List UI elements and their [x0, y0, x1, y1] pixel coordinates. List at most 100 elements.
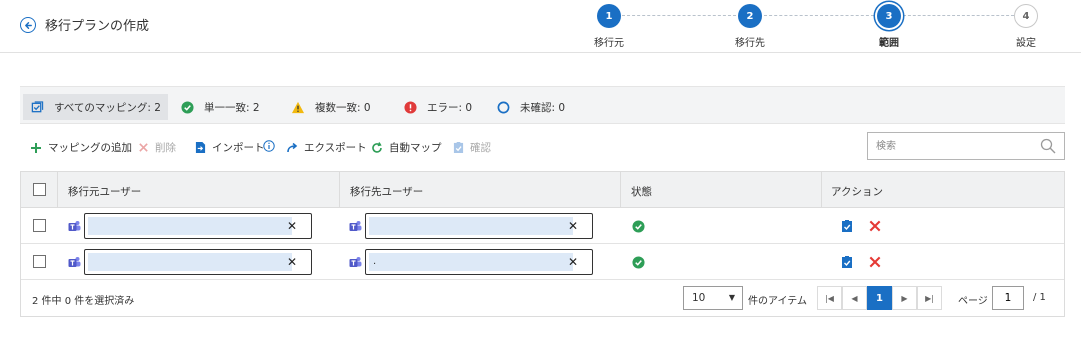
step-number: 2: [738, 4, 762, 28]
add-mapping-button[interactable]: マッピングの追加: [29, 140, 132, 155]
step-number: 4: [1014, 4, 1038, 28]
page-label: ページ: [958, 296, 988, 307]
step-target[interactable]: 2 移行先: [720, 4, 780, 49]
filter-error[interactable]: エラー: 0: [396, 94, 479, 120]
step-number: 3: [877, 4, 901, 28]
step-number: 1: [597, 4, 621, 28]
column-header-target-user[interactable]: 移行先ユーザー: [350, 184, 423, 199]
plus-icon: [29, 141, 43, 155]
dropdown-caret-icon: ▼: [728, 293, 735, 302]
teams-user-icon: [349, 221, 362, 231]
mapping-table: 移行元ユーザー 移行先ユーザー 状態 アクション ✕ ✕ ✕ . ✕ 2 件中 …: [20, 171, 1065, 317]
status-ok-icon: [632, 220, 645, 233]
warning-icon: [291, 100, 305, 114]
check-circle-icon: [180, 100, 194, 114]
stepper: 1 移行元 2 移行先 3 範囲 4 設定: [0, 0, 1081, 53]
filter-label: エラー: 0: [427, 101, 473, 114]
filter-label: 未確認: 0: [520, 101, 566, 114]
filter-label: 複数一致: 0: [315, 101, 371, 114]
step-label: 移行元: [594, 38, 624, 49]
selection-count: 2 件中 0 件を選択済み: [32, 296, 135, 307]
import-info-icon[interactable]: [263, 140, 275, 152]
x-icon: [136, 141, 150, 155]
page-size-value: 10: [692, 292, 706, 304]
filter-label: すべてのマッピング: 2: [54, 101, 161, 114]
auto-map-button[interactable]: 自動マップ: [370, 140, 442, 155]
export-button[interactable]: エクスポート: [285, 140, 367, 155]
export-arrow-icon: [285, 141, 299, 155]
row-checkbox[interactable]: [33, 255, 46, 268]
column-header-status[interactable]: 状態: [631, 184, 652, 199]
auto-map-label: 自動マップ: [389, 142, 442, 154]
column-divider: [620, 172, 621, 208]
page-size-label: 件のアイテム: [748, 296, 807, 307]
header: 移行プランの作成 1 移行元 2 移行先 3 範囲 4 設定: [0, 0, 1081, 53]
delete-row-icon[interactable]: [868, 255, 882, 269]
step-connector: [622, 15, 736, 16]
row-checkbox[interactable]: [33, 219, 46, 232]
import-label: インポート: [212, 142, 265, 154]
table-footer: 2 件中 0 件を選択済み 10 ▼ 件のアイテム |◀ ◀ 1 ▶ ▶| ペー…: [21, 280, 1064, 316]
import-file-icon: [193, 141, 207, 155]
table-header: 移行元ユーザー 移行先ユーザー 状態 アクション: [21, 172, 1064, 208]
error-icon: [403, 100, 417, 114]
last-page-icon[interactable]: ▶|: [917, 286, 942, 310]
column-header-source-user[interactable]: 移行元ユーザー: [68, 184, 141, 199]
current-page-button[interactable]: 1: [867, 286, 892, 310]
column-divider: [57, 172, 58, 208]
column-divider: [339, 172, 340, 208]
clipboard-check-icon: [451, 141, 465, 155]
filter-single-match[interactable]: 単一一致: 2: [173, 94, 267, 120]
clear-source-user-icon[interactable]: ✕: [287, 254, 297, 270]
filter-bar: すべてのマッピング: 2 単一一致: 2 複数一致: 0 エラー: 0 未確認:…: [20, 86, 1065, 124]
source-user-value: [88, 217, 292, 235]
next-page-icon[interactable]: ▶: [892, 286, 917, 310]
teams-user-icon: [68, 257, 81, 267]
step-source[interactable]: 1 移行元: [579, 4, 639, 49]
search-icon[interactable]: [1040, 138, 1056, 154]
step-label: 範囲: [879, 38, 899, 49]
target-user-value: [369, 217, 573, 235]
search-input[interactable]: [868, 133, 1028, 159]
export-label: エクスポート: [304, 142, 367, 154]
page-number-input[interactable]: [992, 286, 1024, 310]
table-row[interactable]: ✕ ✕: [21, 208, 1064, 244]
source-user-field[interactable]: ✕: [84, 249, 312, 275]
clear-target-user-icon[interactable]: ✕: [568, 218, 578, 234]
delete-button[interactable]: 削除: [136, 140, 176, 155]
status-ok-icon: [632, 256, 645, 269]
select-all-checkbox[interactable]: [33, 183, 46, 196]
target-user-field[interactable]: . ✕: [365, 249, 593, 275]
delete-row-icon[interactable]: [868, 219, 882, 233]
source-user-field[interactable]: ✕: [84, 213, 312, 239]
step-connector: [764, 15, 874, 16]
filter-label: 単一一致: 2: [204, 101, 260, 114]
step-settings[interactable]: 4 設定: [996, 4, 1056, 49]
clear-source-user-icon[interactable]: ✕: [287, 218, 297, 234]
circle-icon: [496, 100, 510, 114]
teams-user-icon: [349, 257, 362, 267]
confirm-row-icon[interactable]: [840, 219, 854, 233]
confirm-row-icon[interactable]: [840, 255, 854, 269]
refresh-icon: [370, 141, 384, 155]
filter-all-mappings[interactable]: すべてのマッピング: 2: [23, 94, 168, 120]
confirm-label: 確認: [470, 142, 491, 154]
add-mapping-label: マッピングの追加: [48, 142, 132, 154]
confirm-button[interactable]: 確認: [451, 140, 491, 155]
table-row[interactable]: ✕ . ✕: [21, 244, 1064, 280]
filter-unconfirmed[interactable]: 未確認: 0: [489, 94, 572, 120]
first-page-icon[interactable]: |◀: [817, 286, 842, 310]
source-user-value: [88, 253, 292, 271]
column-divider: [821, 172, 822, 208]
search-box: [867, 132, 1065, 160]
import-button[interactable]: インポート: [193, 140, 265, 155]
filter-multiple-match[interactable]: 複数一致: 0: [284, 94, 378, 120]
clear-target-user-icon[interactable]: ✕: [568, 254, 578, 270]
target-user-field[interactable]: ✕: [365, 213, 593, 239]
column-header-action[interactable]: アクション: [831, 184, 883, 199]
step-label: 移行先: [735, 38, 765, 49]
step-scope[interactable]: 3 範囲: [859, 4, 919, 49]
page-size-select[interactable]: 10 ▼: [683, 286, 743, 310]
target-user-value: .: [369, 253, 573, 271]
prev-page-icon[interactable]: ◀: [842, 286, 867, 310]
